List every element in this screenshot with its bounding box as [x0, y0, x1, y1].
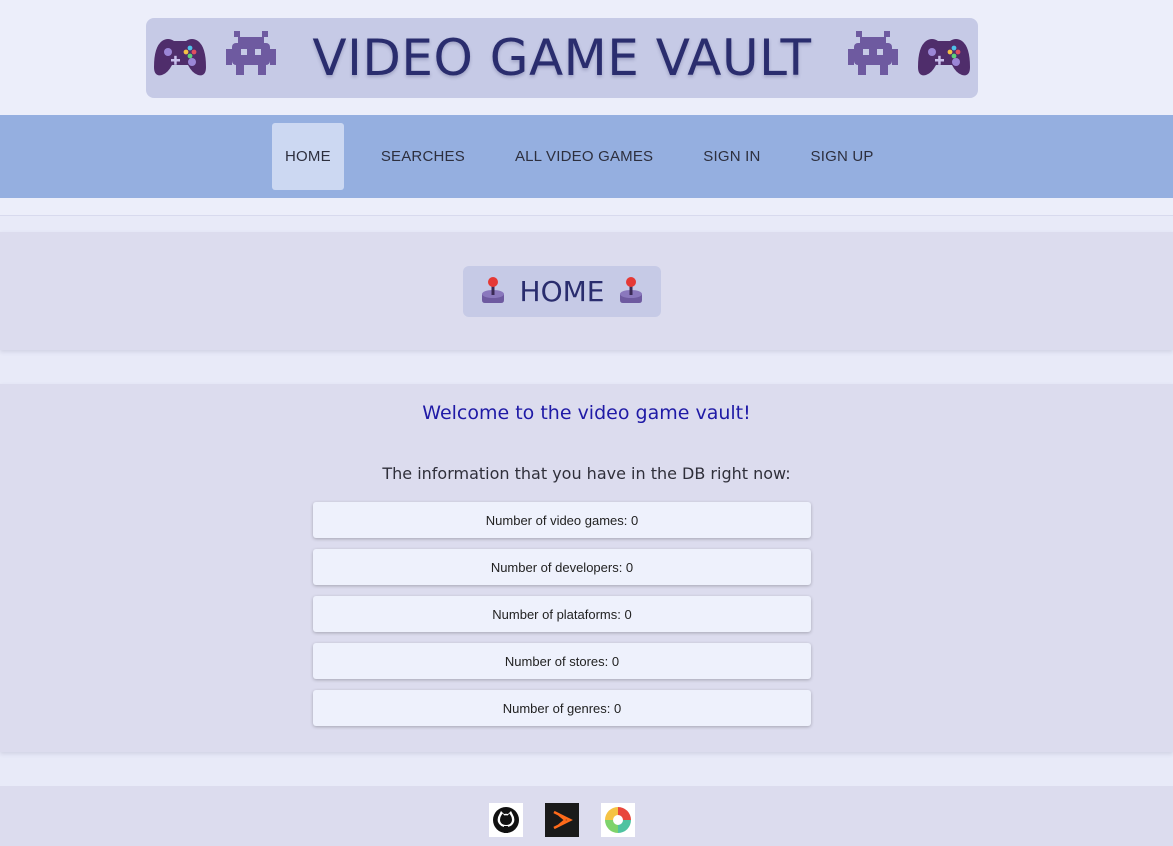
main-navbar: HOME SEARCHES ALL VIDEO GAMES SIGN IN SI…	[0, 115, 1173, 198]
db-info-section: Welcome to the video game vault! The inf…	[0, 384, 1173, 752]
site-banner: VIDEO GAME VAULT	[146, 18, 978, 98]
nav-list: HOME SEARCHES ALL VIDEO GAMES SIGN IN SI…	[272, 123, 911, 190]
stackblitz-icon[interactable]	[545, 803, 579, 837]
nav-item-sign-up[interactable]: SIGN UP	[798, 123, 887, 190]
stat-card-genres: Number of genres: 0	[313, 690, 811, 726]
joystick-icon	[480, 276, 506, 308]
welcome-message: Welcome to the video game vault!	[422, 402, 751, 424]
db-info-text: The information that you have in the DB …	[382, 464, 791, 483]
picsart-icon[interactable]	[601, 803, 635, 837]
space-invader-icon	[846, 31, 900, 85]
stat-card-platforms: Number of plataforms: 0	[313, 596, 811, 632]
game-controller-icon	[152, 33, 208, 83]
site-title: VIDEO GAME VAULT	[312, 29, 812, 87]
nav-item-sign-in[interactable]: SIGN IN	[690, 123, 773, 190]
home-badge: HOME	[463, 266, 661, 317]
space-invader-icon	[224, 31, 278, 85]
header: VIDEO GAME VAULT	[0, 0, 1173, 115]
spacer	[0, 198, 1173, 215]
joystick-icon	[618, 276, 644, 308]
nav-item-searches[interactable]: SEARCHES	[368, 123, 478, 190]
page-title: HOME	[519, 275, 605, 308]
game-controller-icon	[916, 33, 972, 83]
github-icon[interactable]	[489, 803, 523, 837]
footer	[0, 786, 1173, 846]
stat-card-developers: Number of developers: 0	[313, 549, 811, 585]
stat-card-stores: Number of stores: 0	[313, 643, 811, 679]
home-heading-section: HOME	[0, 232, 1173, 350]
divider	[0, 215, 1173, 216]
nav-item-all-video-games[interactable]: ALL VIDEO GAMES	[502, 123, 666, 190]
nav-item-home[interactable]: HOME	[272, 123, 344, 190]
stat-card-video-games: Number of video games: 0	[313, 502, 811, 538]
